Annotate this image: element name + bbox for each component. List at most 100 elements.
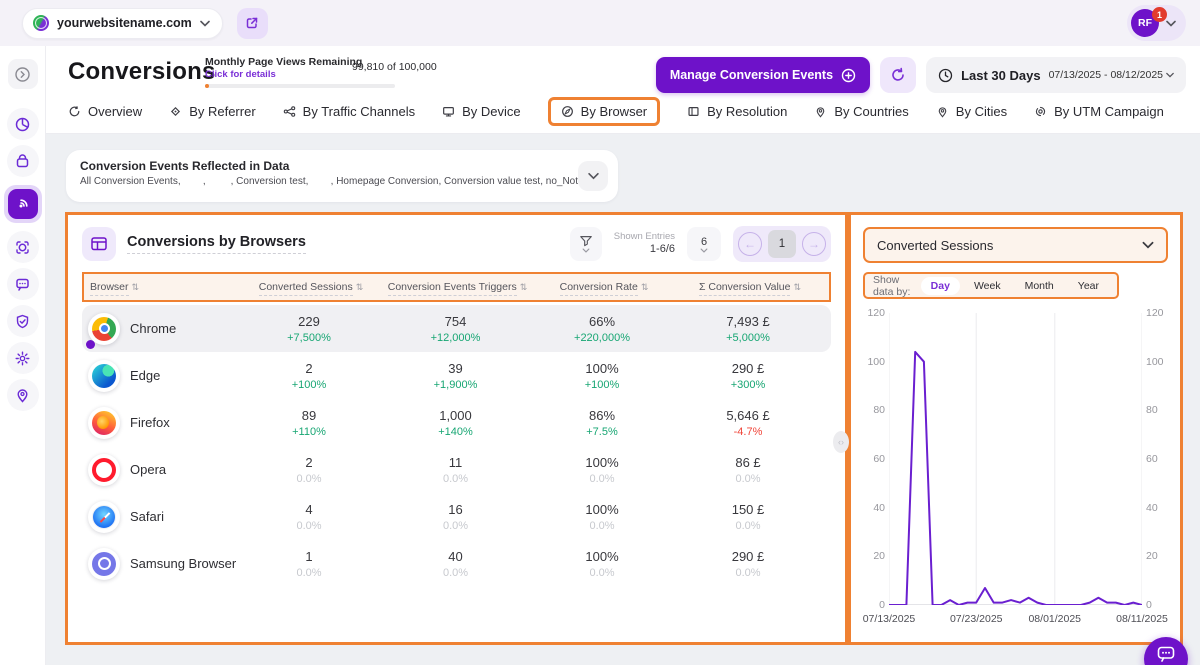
quota-progress-fill [205, 84, 209, 88]
browsers-table-icon [82, 227, 116, 261]
table-row[interactable]: Safari40.0%160.0%100%0.0%150 £0.0% [82, 493, 831, 540]
granularity-switcher: Show data by: Day Week Month Year [863, 272, 1119, 299]
notification-badge: 1 [1152, 7, 1167, 22]
tab-label: Overview [88, 104, 142, 119]
x-tick-label: 07/23/2025 [950, 613, 1003, 625]
events-banner-expand-button[interactable] [578, 161, 608, 191]
granularity-week[interactable]: Week [964, 277, 1011, 295]
sidebar-item-feedback[interactable] [7, 268, 39, 300]
samsung-icon [88, 548, 120, 580]
y-tick-label: 60 [1146, 453, 1158, 465]
website-selector[interactable]: yourwebsitename.com [22, 8, 223, 39]
granularity-day[interactable]: Day [921, 277, 960, 295]
manage-conversion-events-button[interactable]: Manage Conversion Events [656, 57, 870, 93]
metric-select[interactable]: Converted Sessions [863, 227, 1168, 263]
sidebar [0, 46, 46, 665]
browser-name: Opera [130, 462, 166, 477]
sidebar-collapse-button[interactable] [8, 59, 38, 89]
y-tick-label: 0 [1146, 599, 1152, 611]
account-menu[interactable]: RF 1 [1127, 5, 1186, 41]
column-header-conversion-events-triggers[interactable]: Conversion Events Triggers⇅ [384, 281, 531, 293]
table-row[interactable]: Opera20.0%110.0%100%0.0%86 £0.0% [82, 446, 831, 493]
y-tick-label: 60 [873, 453, 885, 465]
sidebar-item-conversions[interactable] [4, 185, 42, 223]
sidebar-item-settings[interactable] [7, 342, 39, 374]
sidebar-item-privacy[interactable] [7, 305, 39, 337]
date-range-label: Last 30 Days [961, 68, 1041, 83]
table-row[interactable]: Edge2+100%39+1,900%100%+100%290 £+300% [82, 352, 831, 399]
cell-delta: +1,900% [382, 379, 529, 391]
cities-pin-icon [936, 105, 949, 118]
tab-by-browser[interactable]: By Browser [548, 97, 660, 126]
chevron-down-icon [700, 248, 708, 253]
conversions-table-panel: Conversions by Browsers Shown Entries 1-… [65, 212, 848, 645]
cell-delta: 0.0% [675, 567, 821, 579]
next-page-button[interactable]: → [802, 232, 826, 256]
pie-chart-icon [14, 116, 31, 133]
converted-sessions-line [889, 352, 1142, 605]
filter-button[interactable] [570, 227, 602, 261]
column-header-conversion-rate[interactable]: Conversion Rate⇅ [531, 281, 677, 293]
tab-by-referrer[interactable]: By Referrer [169, 104, 255, 119]
cell-value: 16 [382, 502, 529, 517]
table-row[interactable]: Chrome229+7,500%754+12,000%66%+220,000%7… [82, 305, 831, 352]
refresh-button[interactable] [880, 57, 916, 93]
cell-value: 1 [236, 549, 382, 564]
column-header-conversion-value[interactable]: Σ Conversion Value⇅ [677, 281, 823, 293]
tab-label: By Resolution [707, 104, 787, 119]
page-size-select[interactable]: 6 [687, 227, 721, 261]
cell-value: 39 [382, 361, 529, 376]
granularity-month[interactable]: Month [1015, 277, 1064, 295]
y-tick-label: 100 [1146, 356, 1164, 368]
table-row[interactable]: Firefox89+110%1,000+140%86%+7.5%5,646 £-… [82, 399, 831, 446]
date-range-picker[interactable]: Last 30 Days 07/13/2025 - 08/12/2025 [926, 57, 1186, 93]
tab-by-traffic-channels[interactable]: By Traffic Channels [283, 104, 415, 119]
date-range-value: 07/13/2025 - 08/12/2025 [1049, 69, 1163, 81]
tab-by-countries[interactable]: By Countries [814, 104, 908, 119]
tab-label: By Cities [956, 104, 1007, 119]
tab-label: By UTM Campaign [1054, 104, 1164, 119]
page-title: Conversions [68, 58, 216, 86]
granularity-year[interactable]: Year [1068, 277, 1109, 295]
prev-page-button[interactable]: ← [738, 232, 762, 256]
y-axis-left: 020406080100120 [863, 313, 889, 605]
table-title: Conversions by Browsers [127, 234, 306, 254]
browser-icon [561, 105, 574, 118]
tab-by-cities[interactable]: By Cities [936, 104, 1007, 119]
clock-icon [938, 68, 953, 83]
table-body: Chrome229+7,500%754+12,000%66%+220,000%7… [82, 305, 831, 587]
utm-campaign-icon [1034, 105, 1047, 118]
x-tick-label: 07/13/2025 [863, 613, 916, 625]
shield-check-icon [14, 313, 31, 330]
table-row[interactable]: Samsung Browser10.0%400.0%100%0.0%290 £0… [82, 540, 831, 587]
cell-value: 100% [529, 455, 675, 470]
y-tick-label: 40 [873, 502, 885, 514]
panel-resize-handle[interactable]: ‹› [833, 431, 849, 453]
column-header-browser[interactable]: Browser⇅ [84, 281, 238, 293]
quota-progress-bar [205, 84, 395, 88]
browser-name: Samsung Browser [130, 556, 236, 571]
cell-value: 100% [529, 361, 675, 376]
gear-icon [14, 350, 31, 367]
open-website-button[interactable] [237, 8, 268, 39]
external-link-icon [245, 16, 259, 30]
current-page[interactable]: 1 [768, 230, 796, 258]
tab-overview[interactable]: Overview [68, 104, 142, 119]
cell-value: 1,000 [382, 408, 529, 423]
sidebar-item-dashboard[interactable] [7, 108, 39, 140]
tab-by-resolution[interactable]: By Resolution [687, 104, 787, 119]
cell-delta: -4.7% [675, 426, 821, 438]
chevron-down-icon [582, 248, 590, 253]
chevron-down-icon [1142, 241, 1154, 249]
cell-value: 7,493 £ [675, 314, 821, 329]
tab-by-utm-campaign[interactable]: By UTM Campaign [1034, 104, 1164, 119]
filter-funnel-icon [579, 235, 593, 247]
page-size-value: 6 [701, 236, 707, 248]
cell-delta: 0.0% [529, 473, 675, 485]
tab-by-device[interactable]: By Device [442, 104, 521, 119]
column-header-converted-sessions[interactable]: Converted Sessions⇅ [238, 281, 384, 293]
sidebar-item-session-recordings[interactable] [7, 231, 39, 263]
sidebar-item-locations[interactable] [7, 379, 39, 411]
shopping-bag-icon [14, 153, 31, 170]
sidebar-item-ecommerce[interactable] [7, 145, 39, 177]
